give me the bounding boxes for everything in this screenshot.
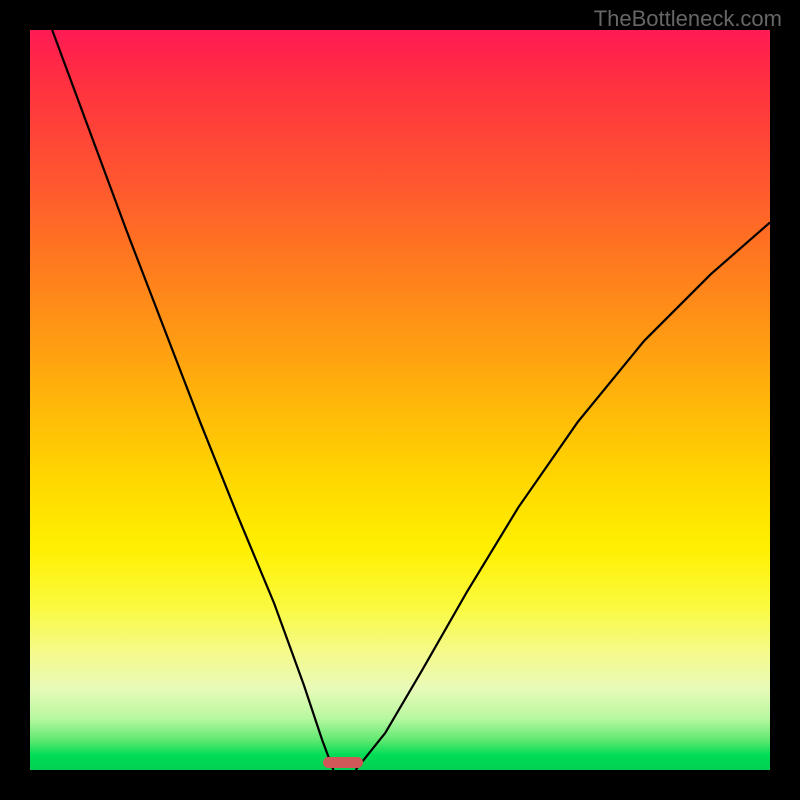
curve-left — [52, 30, 333, 770]
watermark-text: TheBottleneck.com — [594, 6, 782, 32]
chart-container: TheBottleneck.com — [0, 0, 800, 800]
plot-area — [30, 30, 770, 770]
curves-svg — [30, 30, 770, 770]
curve-right — [356, 222, 770, 770]
bottleneck-marker — [323, 757, 364, 767]
